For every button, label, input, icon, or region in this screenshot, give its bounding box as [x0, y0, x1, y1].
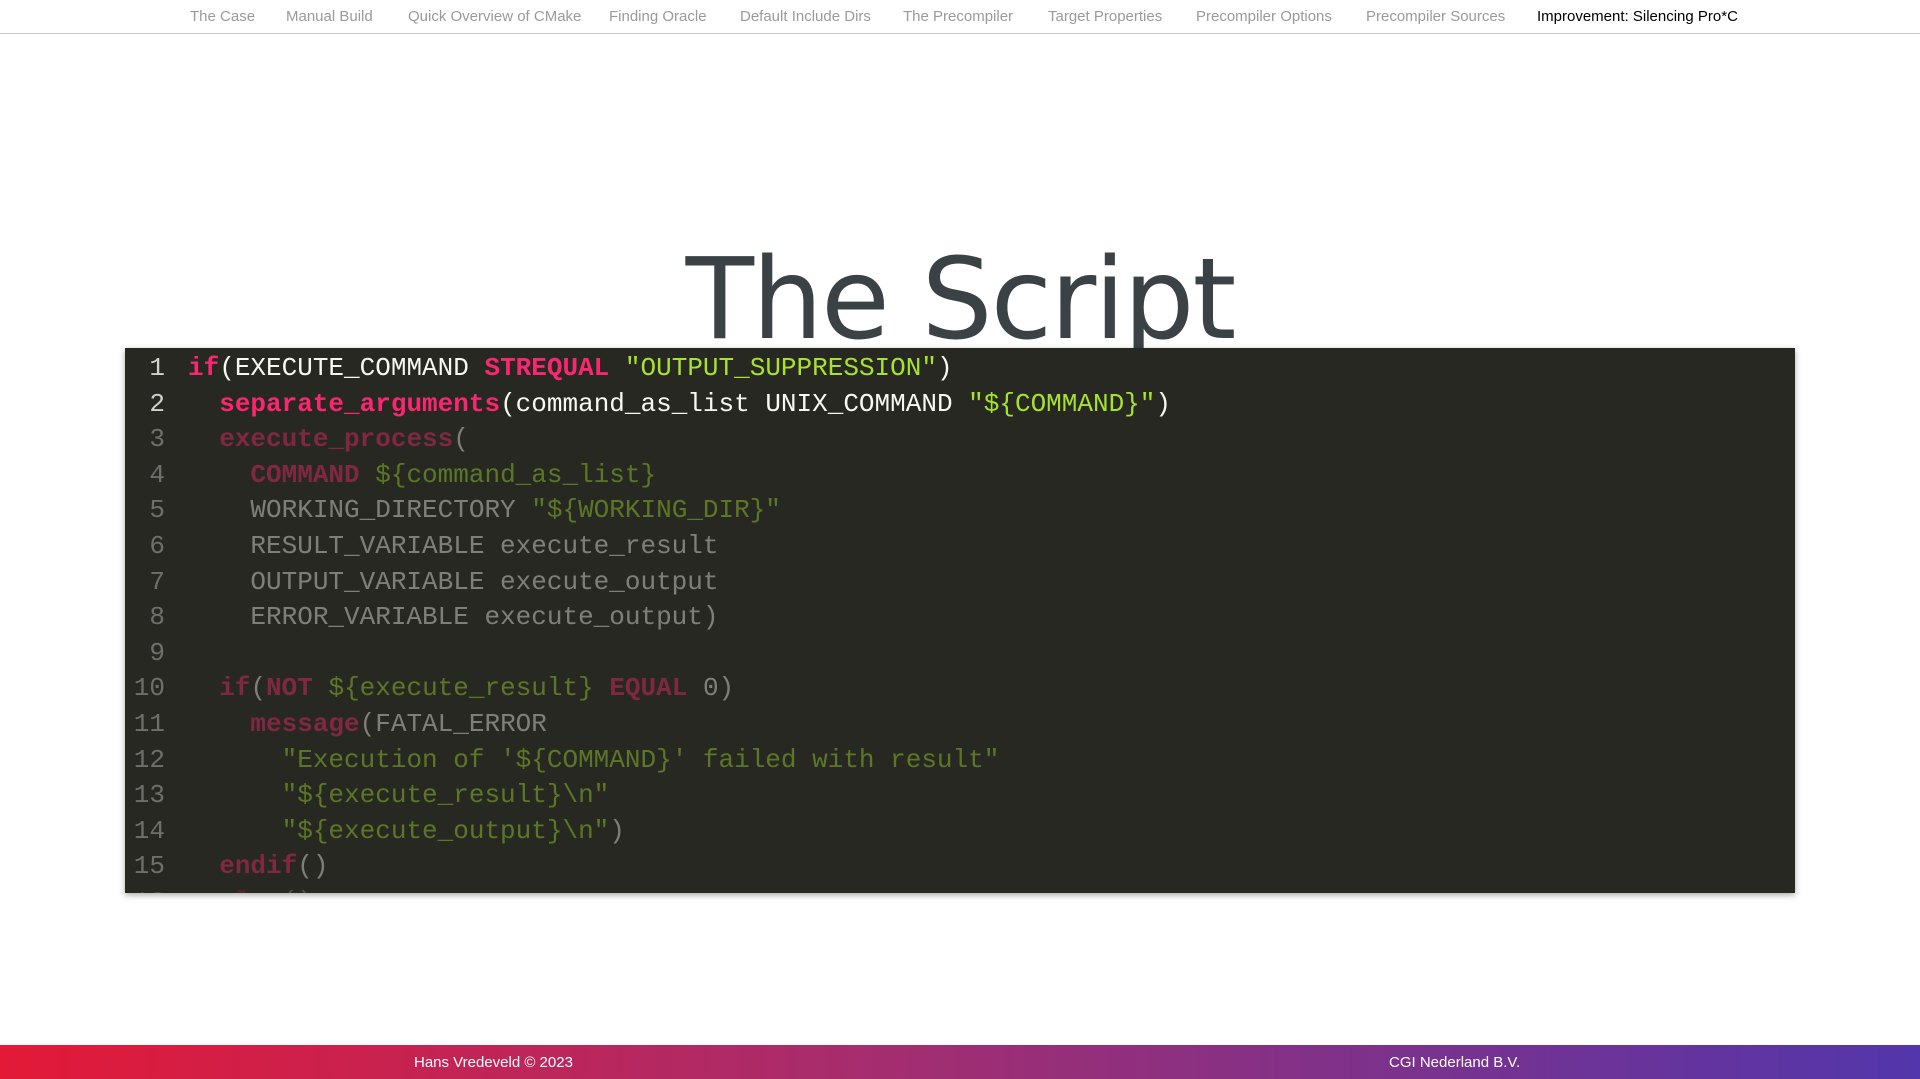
code-text: message(FATAL_ERROR [188, 706, 547, 742]
nav-item-quick-overview-of-cmake[interactable]: Quick Overview of CMake [408, 8, 581, 25]
slide-title: The Script [685, 235, 1237, 366]
nav-item-precompiler-sources[interactable]: Precompiler Sources [1366, 8, 1505, 25]
code-token: RESULT_VARIABLE execute_result [188, 531, 719, 561]
code-text: COMMAND ${command_as_list} [188, 457, 656, 493]
code-text: OUTPUT_VARIABLE execute_output [188, 564, 719, 600]
code-text: separate_arguments(command_as_list UNIX_… [188, 386, 1171, 422]
code-string: "OUTPUT_SUPPRESSION" [624, 353, 937, 383]
code-string: ${command_as_list} [375, 459, 657, 490]
line-number: 1 [149, 353, 165, 383]
code-text: execute_process( [188, 421, 469, 457]
code-keyword: else [219, 887, 281, 893]
code-text: "Execution of '${COMMAND}' failed with r… [188, 742, 1000, 778]
line-number: 12 [133, 744, 165, 775]
code-token: (EXECUTE_COMMAND [219, 353, 485, 383]
line-number: 15 [133, 851, 165, 882]
code-text: if(NOT ${execute_result} EQUAL 0) [188, 670, 734, 706]
footer-author: Hans Vredeveld © 2023 [414, 1054, 573, 1071]
nav-item-manual-build[interactable]: Manual Build [286, 8, 373, 25]
code-text: "${execute_result}\n" [188, 777, 610, 813]
code-keyword: execute_process [219, 424, 454, 455]
code-token: (FATAL_ERROR [359, 709, 547, 739]
line-number: 7 [149, 566, 165, 597]
code-token: (command_as_list UNIX_COMMAND [500, 388, 969, 419]
code-string: "Execution of '${COMMAND}' failed with r… [281, 744, 1000, 775]
line-number: 5 [149, 495, 165, 526]
code-keyword: if [188, 353, 220, 383]
nav-item-improvement-silencing-proc[interactable]: Improvement: Silencing Pro*C [1537, 8, 1738, 25]
code-text: else() [188, 884, 313, 893]
line-number: 10 [133, 673, 165, 704]
nav-item-precompiler-options[interactable]: Precompiler Options [1196, 8, 1332, 25]
code-text: RESULT_VARIABLE execute_result [188, 528, 719, 564]
code-keyword: EQUAL [609, 673, 688, 704]
code-token: 0) [687, 673, 735, 704]
code-keyword: STREQUAL [484, 353, 610, 383]
code-token: ) [936, 353, 953, 383]
nav-item-finding-oracle[interactable]: Finding Oracle [609, 8, 707, 25]
code-token: ERROR_VARIABLE execute_output) [188, 602, 719, 633]
code-keyword: endif [219, 851, 298, 882]
code-token: ( [453, 424, 469, 455]
code-keyword: separate_arguments [219, 388, 501, 419]
line-number: 2 [149, 388, 165, 419]
code-keyword: NOT [266, 673, 313, 704]
code-keyword: message [250, 709, 360, 739]
code-keyword: COMMAND [250, 459, 360, 490]
nav-item-the-precompiler[interactable]: The Precompiler [903, 8, 1013, 25]
code-string: "${WORKING_DIR}" [531, 495, 781, 526]
nav-item-default-include-dirs[interactable]: Default Include Dirs [740, 8, 871, 25]
line-number: 16 [125, 884, 165, 893]
code-string: ${execute_result} [328, 673, 594, 704]
line-number: 9 [149, 637, 165, 668]
line-number: 6 [149, 531, 165, 561]
code-token: () [297, 851, 329, 882]
code-text: endif() [188, 848, 328, 884]
code-string: "${execute_output}\n" [281, 815, 610, 846]
code-keyword: if [219, 673, 251, 704]
code-string: "${COMMAND}" [968, 388, 1156, 419]
code-token: WORKING_DIRECTORY [188, 495, 532, 526]
nav-item-the-case[interactable]: The Case [190, 8, 255, 25]
line-number: 3 [149, 424, 165, 455]
code-text: WORKING_DIRECTORY "${WORKING_DIR}" [188, 492, 781, 528]
code-string: "${execute_result}\n" [281, 780, 610, 811]
code-token: ) [609, 815, 625, 846]
line-number: 4 [149, 459, 165, 490]
code-text: if(EXECUTE_COMMAND STREQUAL "OUTPUT_SUPP… [188, 350, 953, 386]
nav-item-target-properties[interactable]: Target Properties [1048, 8, 1162, 25]
code-token: ( [250, 673, 267, 704]
code-text: ERROR_VARIABLE execute_output) [188, 599, 719, 635]
code-token: OUTPUT_VARIABLE execute_output [188, 566, 719, 597]
code-token: ) [1155, 388, 1171, 419]
line-number: 14 [133, 815, 165, 846]
line-number: 11 [133, 709, 165, 739]
code-block: 1 if(EXECUTE_COMMAND STREQUAL "OUTPUT_SUP… [125, 348, 1795, 893]
footer-company: CGI Nederland B.V. [1389, 1054, 1521, 1071]
code-text: "${execute_output}\n") [188, 813, 625, 849]
top-navigation: The Case Manual Build Quick Overview of … [0, 0, 1920, 34]
line-number: 13 [133, 780, 165, 811]
code-token: () [282, 887, 313, 893]
line-number: 8 [149, 602, 165, 633]
footer: Hans Vredeveld © 2023 CGI Nederland B.V. [0, 1045, 1920, 1079]
